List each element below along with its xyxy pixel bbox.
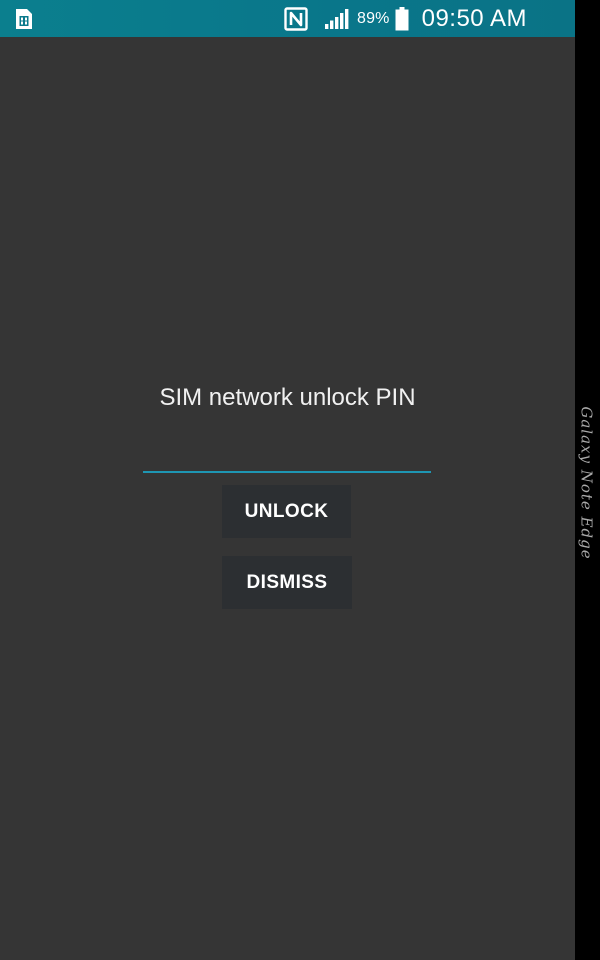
status-indicators: 89% 09:50 AM (284, 0, 575, 37)
edge-panel-label: Galaxy Note Edge (574, 400, 600, 565)
nfc-icon (284, 6, 308, 31)
status-bar: 89% 09:50 AM (0, 0, 575, 37)
status-clock: 09:50 AM (421, 4, 527, 32)
pin-input[interactable] (143, 437, 431, 473)
battery-percentage: 89% (356, 9, 390, 27)
signal-strength-icon (324, 8, 349, 29)
dismiss-button[interactable]: DISMISS (222, 556, 352, 609)
unlock-screen: 89% 09:50 AM SIM network unlock PIN UNLO… (0, 0, 575, 960)
dialog-title: SIM network unlock PIN (159, 384, 416, 411)
battery-icon (395, 6, 409, 30)
device-name-text: Galaxy Note Edge (578, 405, 597, 560)
sim-card-icon (16, 9, 32, 29)
unlock-button[interactable]: UNLOCK (222, 485, 351, 538)
